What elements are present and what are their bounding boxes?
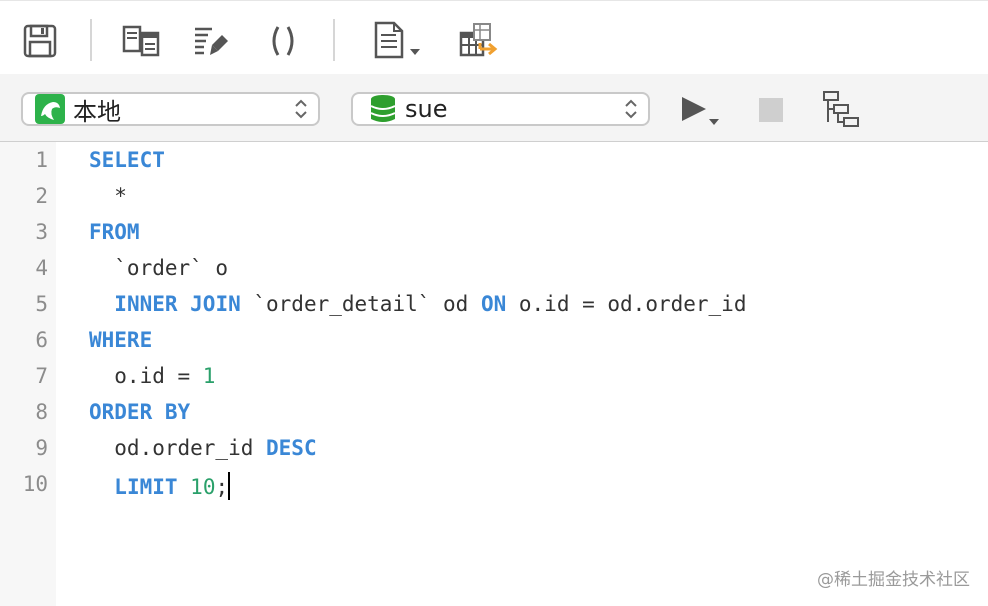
toolbar-separator — [90, 19, 92, 61]
query-options-bar: 本地 sue — [0, 74, 988, 142]
sql-keyword: FROM — [89, 220, 140, 244]
database-icon — [370, 95, 396, 122]
code-line[interactable]: `order` o — [89, 256, 228, 280]
sql-text: od.order_id — [89, 436, 267, 460]
stop-button[interactable] — [758, 97, 784, 123]
line-number: 10 — [22, 472, 48, 496]
sql-number: 1 — [202, 364, 216, 388]
beautify-sql-icon — [195, 27, 228, 55]
save-button[interactable] — [20, 21, 60, 61]
run-button[interactable] — [678, 94, 724, 128]
code-line[interactable]: od.order_id DESC — [89, 436, 317, 460]
stop-icon — [759, 98, 783, 122]
sql-keyword: ON — [480, 292, 507, 316]
object-browser-icon — [122, 25, 160, 57]
watermark: @稀土掘金技术社区 — [817, 570, 970, 590]
line-number: 4 — [35, 256, 48, 280]
sql-keyword: INNER JOIN — [114, 292, 241, 316]
sql-text: ; — [215, 475, 229, 499]
line-number: 9 — [35, 436, 48, 460]
explain-icon — [823, 91, 859, 127]
line-number: 8 — [35, 400, 48, 424]
sql-text: * — [89, 184, 127, 208]
chevron-updown-icon — [295, 99, 307, 119]
line-number: 1 — [35, 148, 48, 172]
code-snippet-icon — [272, 26, 294, 56]
line-number: 6 — [35, 328, 48, 352]
sql-keyword: WHERE — [89, 328, 153, 352]
toolbar — [0, 0, 988, 74]
object-browser-button[interactable] — [122, 21, 162, 61]
toolbar-separator — [333, 19, 335, 61]
sql-editor[interactable]: 1 2 3 4 5 6 7 8 9 10 SELECT * FROM `orde… — [0, 142, 988, 606]
code-line[interactable]: WHERE — [89, 328, 152, 352]
chevron-updown-icon — [625, 99, 637, 119]
beautify-sql-button[interactable] — [192, 21, 232, 61]
text-file-menu-icon — [374, 21, 420, 59]
code-line[interactable]: o.id = 1 — [89, 364, 215, 388]
export-result-button[interactable] — [458, 21, 498, 61]
sql-number: 10 — [190, 475, 216, 499]
text-caret — [228, 472, 231, 500]
sql-keyword: LIMIT — [114, 475, 178, 499]
database-select[interactable]: sue — [351, 92, 650, 126]
text-file-menu-button[interactable] — [372, 21, 428, 61]
run-icon — [682, 97, 719, 125]
explain-button[interactable] — [822, 90, 862, 130]
code-snippet-button[interactable] — [263, 21, 303, 61]
code-line[interactable]: FROM — [89, 220, 140, 244]
sql-text: o.id = — [89, 364, 203, 388]
sql-text: `order_detail` od — [240, 292, 481, 316]
connection-select[interactable]: 本地 — [21, 92, 320, 126]
code-line[interactable]: SELECT — [89, 148, 165, 172]
line-number: 3 — [35, 220, 48, 244]
export-result-icon — [459, 23, 498, 57]
sql-keyword: SELECT — [89, 148, 165, 172]
code-line[interactable]: LIMIT 10; — [89, 472, 231, 500]
save-icon — [23, 24, 57, 58]
line-number: 7 — [35, 364, 48, 388]
sql-keyword: DESC — [266, 436, 317, 460]
connection-label: 本地 — [73, 97, 121, 126]
line-number-gutter: 1 2 3 4 5 6 7 8 9 10 — [0, 142, 56, 606]
line-number: 5 — [35, 292, 48, 316]
code-line[interactable]: ORDER BY — [89, 400, 190, 424]
sql-text: o.id = od.order_id — [506, 292, 747, 316]
code-line[interactable]: * — [89, 184, 127, 208]
code-line[interactable]: INNER JOIN `order_detail` od ON o.id = o… — [89, 292, 746, 316]
sql-keyword: ORDER BY — [89, 400, 191, 424]
line-number: 2 — [35, 184, 48, 208]
sql-text: `order` o — [89, 256, 229, 280]
mysql-dolphin-icon — [35, 94, 65, 124]
database-label: sue — [405, 95, 448, 123]
